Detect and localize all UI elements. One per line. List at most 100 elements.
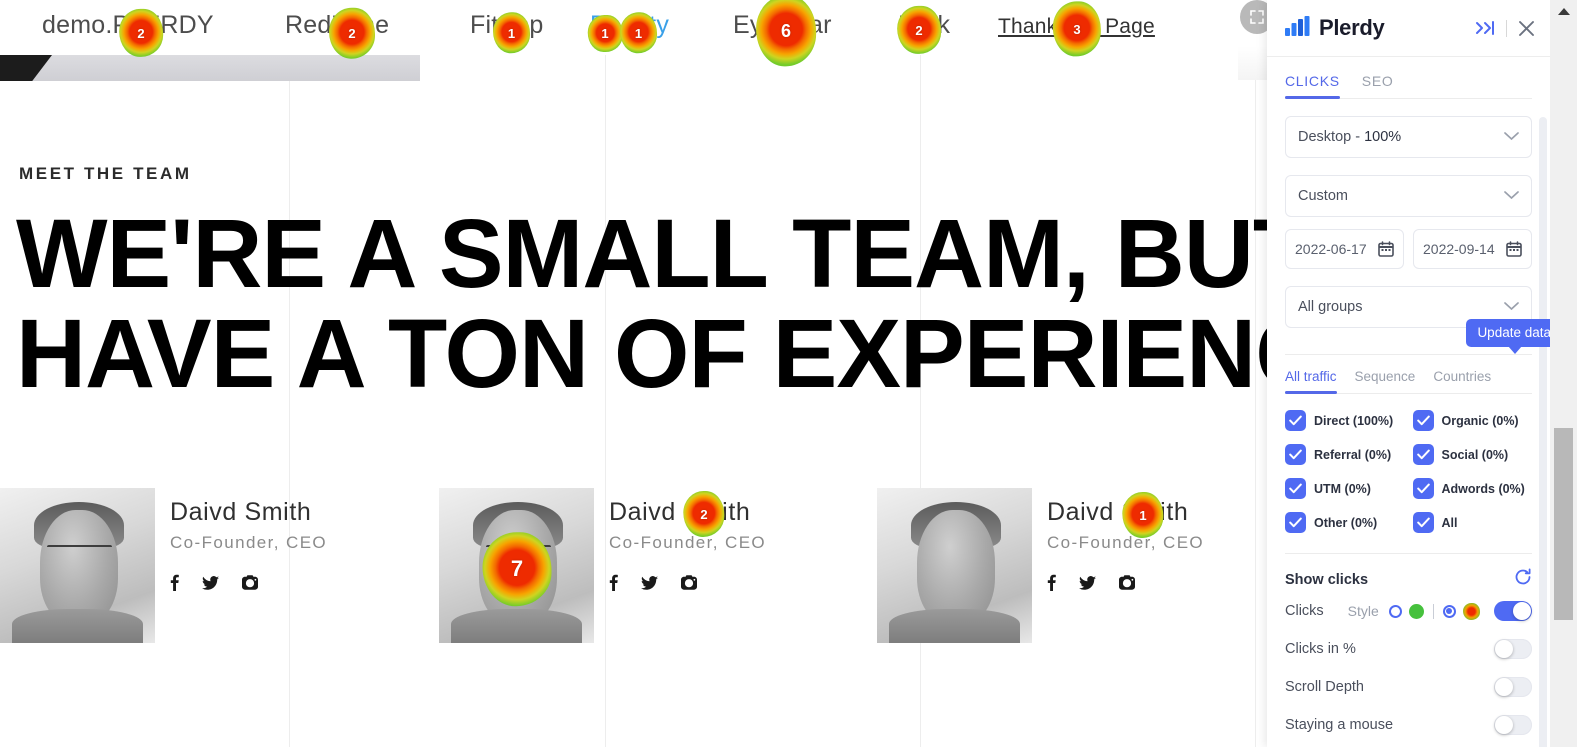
nav-item-fitapp[interactable]: FitApp <box>470 11 543 40</box>
checkbox-label: Referral (0%) <box>1314 447 1392 462</box>
click-style-options <box>1388 602 1480 620</box>
style-label: Style <box>1347 603 1379 619</box>
staying-mouse-toggle[interactable] <box>1494 715 1532 735</box>
clicks-toggle[interactable] <box>1494 601 1532 621</box>
device-select-value: 100% <box>1364 129 1402 145</box>
facebook-icon[interactable] <box>170 574 179 596</box>
show-clicks-row-clicks: Clicks Style <box>1285 593 1532 629</box>
date-from-value: 2022-06-17 <box>1295 241 1367 257</box>
show-clicks-section: Show clicks Clicks Style Clicks in % Scr… <box>1285 553 1532 743</box>
date-from-input[interactable]: 2022-06-17 <box>1285 229 1404 269</box>
close-icon[interactable] <box>1517 19 1536 38</box>
calendar-icon <box>1506 241 1522 257</box>
section-eyebrow: MEET THE TEAM <box>19 164 192 183</box>
nav-item-eyewear[interactable]: Eyewear <box>733 11 832 40</box>
update-data-tooltip: Update data <box>1466 319 1550 354</box>
team-member-role: Co-Founder, CEO <box>170 533 328 552</box>
chevron-down-icon <box>1504 188 1519 204</box>
show-clicks-title: Show clicks <box>1285 571 1369 588</box>
nav-item-demo-plerdy[interactable]: demo.PLERDY <box>42 11 214 40</box>
checkbox-label: Adwords (0%) <box>1441 481 1525 496</box>
team-member-role: Co-Founder, CEO <box>609 533 767 552</box>
calendar-icon <box>1378 241 1394 257</box>
panel-body: CLICKS SEO Desktop - 100% Custom 2022-06… <box>1267 57 1550 747</box>
style-option-green-radio[interactable] <box>1388 604 1402 618</box>
nav-item-thank-you-page[interactable]: Thank You Page <box>998 15 1155 39</box>
nav-item-beauty[interactable]: Beauty <box>590 11 669 40</box>
header-divider <box>1506 19 1507 37</box>
date-to-input[interactable]: 2022-09-14 <box>1413 229 1532 269</box>
traffic-source-checkboxes: Direct (100%) Organic (0%) Referral (0%) So… <box>1285 410 1532 533</box>
traffic-source-checkbox[interactable]: All <box>1412 512 1533 533</box>
panel-header-actions <box>1474 19 1536 38</box>
checkbox-checked-icon <box>1412 512 1434 533</box>
browser-scrollbar[interactable] <box>1550 0 1577 747</box>
panel-scrollbar[interactable] <box>1539 117 1547 747</box>
style-option-heatmap-radio[interactable] <box>1442 604 1456 618</box>
plerdy-brand-text: Plerdy <box>1319 15 1385 40</box>
row-label: Scroll Depth <box>1285 679 1364 695</box>
nav-item-redzone[interactable]: RedZone <box>285 11 389 40</box>
twitter-icon[interactable] <box>641 575 658 595</box>
scroll-depth-toggle[interactable] <box>1494 677 1532 697</box>
traffic-source-checkbox[interactable]: Referral (0%) <box>1285 444 1405 465</box>
checkbox-checked-icon <box>1285 410 1306 431</box>
traffic-source-checkbox[interactable]: Adwords (0%) <box>1412 478 1533 499</box>
style-divider <box>1432 603 1434 619</box>
team-social-links <box>170 574 258 596</box>
traffic-source-checkbox[interactable]: UTM (0%) <box>1285 478 1405 499</box>
traffic-source-checkbox[interactable]: Other (0%) <box>1285 512 1405 533</box>
traffic-source-checkbox[interactable]: Organic (0%) <box>1412 410 1533 431</box>
instagram-icon[interactable] <box>1119 575 1135 595</box>
team-member-name: Daivd Smith <box>609 498 751 526</box>
device-select[interactable]: Desktop - 100% <box>1285 116 1532 158</box>
show-clicks-row-clicks-percent: Clicks in % <box>1285 631 1532 667</box>
facebook-icon[interactable] <box>609 574 618 596</box>
checkbox-checked-icon <box>1412 444 1434 465</box>
date-range: 2022-06-17 2022-09-14 <box>1285 229 1532 269</box>
tab-sequence[interactable]: Sequence <box>1355 369 1416 393</box>
checkbox-label: Direct (100%) <box>1314 413 1394 428</box>
period-select-value: Custom <box>1298 188 1348 204</box>
instagram-icon[interactable] <box>242 575 258 595</box>
tab-seo[interactable]: SEO <box>1362 73 1394 98</box>
panel-header: Plerdy <box>1267 0 1550 57</box>
show-clicks-header: Show clicks <box>1285 568 1532 591</box>
team-member-role: Co-Founder, CEO <box>1047 533 1205 552</box>
instagram-icon[interactable] <box>681 575 697 595</box>
scrollbar-thumb[interactable] <box>1554 428 1573 620</box>
facebook-icon[interactable] <box>1047 574 1056 596</box>
traffic-source-checkbox[interactable]: Direct (100%) <box>1285 410 1405 431</box>
traffic-source-checkbox[interactable]: Social (0%) <box>1412 444 1533 465</box>
hero-banner-strip <box>0 55 420 81</box>
checkbox-label: All <box>1441 515 1458 530</box>
twitter-icon[interactable] <box>1079 575 1096 595</box>
device-select-prefix: Desktop - <box>1298 129 1361 145</box>
refresh-icon[interactable] <box>1514 568 1532 591</box>
twitter-icon[interactable] <box>202 575 219 595</box>
checkbox-checked-icon <box>1412 410 1434 431</box>
plerdy-bars-logo-icon <box>1285 15 1311 41</box>
collapse-panel-icon[interactable] <box>1474 20 1496 36</box>
checkbox-checked-icon <box>1285 512 1306 533</box>
checkbox-checked-icon <box>1412 478 1434 499</box>
scroll-up-arrow-icon[interactable] <box>1557 8 1570 15</box>
nav-item-park[interactable]: Park <box>898 11 950 40</box>
period-select[interactable]: Custom <box>1285 175 1532 217</box>
chevron-down-icon <box>1504 129 1519 145</box>
page-title-line-2: HAVE A TON OF EXPERIENC <box>16 299 1325 408</box>
checkbox-label: Social (0%) <box>1441 447 1509 462</box>
tab-all-traffic[interactable]: All traffic <box>1285 369 1337 394</box>
clicks-percent-toggle[interactable] <box>1494 639 1532 659</box>
heatmap-blob-style-icon[interactable] <box>1462 602 1480 620</box>
show-clicks-row-staying-mouse: Staying a mouse <box>1285 707 1532 743</box>
green-dot-style-icon[interactable] <box>1408 603 1424 619</box>
checkbox-checked-icon <box>1285 478 1306 499</box>
team-photo <box>877 488 1032 643</box>
panel-tabs: CLICKS SEO <box>1285 57 1532 99</box>
team-photo <box>0 488 155 643</box>
checkbox-label: Organic (0%) <box>1441 413 1519 428</box>
tab-countries[interactable]: Countries <box>1433 369 1491 393</box>
tab-clicks[interactable]: CLICKS <box>1285 73 1340 99</box>
group-select-value: All groups <box>1298 299 1363 315</box>
